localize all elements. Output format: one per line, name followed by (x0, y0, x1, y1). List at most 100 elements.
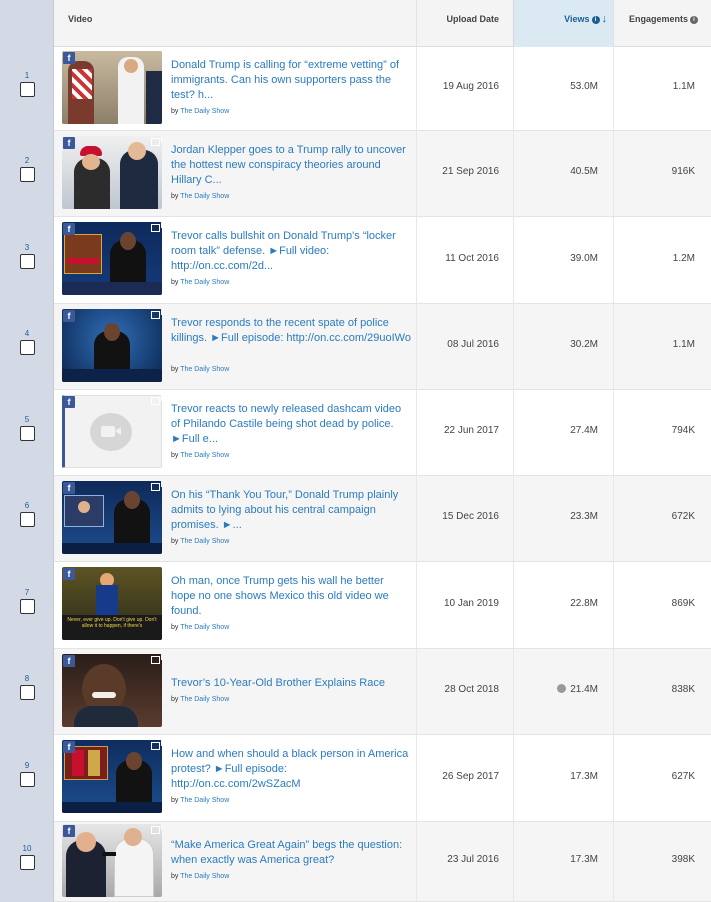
channel-link[interactable]: The Daily Show (180, 624, 229, 631)
column-header-engagements[interactable]: Engagements i (613, 0, 711, 47)
rank-cell: 10 (0, 844, 54, 875)
video-title-link[interactable]: How and when should a black person in Am… (171, 747, 411, 792)
video-thumbnail[interactable]: f (62, 824, 162, 897)
row-checkbox[interactable] (19, 167, 35, 182)
table-row[interactable]: 3 f Trevor calls bullshit on Donald Trump'… (19, 217, 711, 304)
views-cell: 30.2M (513, 339, 598, 350)
video-title-link[interactable]: Trevor calls bullshit on Donald Trump's … (171, 229, 411, 274)
column-header-video[interactable]: Video (68, 0, 92, 47)
table-row[interactable]: 9 f How and when should a black person in … (19, 735, 711, 822)
info-icon[interactable]: i (690, 16, 698, 24)
table-row[interactable]: 8 f Trevor’s 10-Year-Old Brother Explains … (19, 649, 711, 735)
views-label: Views (564, 14, 590, 24)
video-thumbnail[interactable]: f (62, 654, 162, 727)
camera-body (101, 426, 115, 437)
external-link-icon[interactable] (151, 654, 162, 664)
channel-link[interactable]: The Daily Show (180, 279, 229, 286)
views-cell: 39.0M (513, 253, 598, 264)
engagements-cell: 869K (671, 598, 695, 609)
channel-link[interactable]: The Daily Show (180, 538, 229, 545)
video-title-link[interactable]: On his “Thank You Tour,” Donald Trump pl… (171, 488, 411, 533)
facebook-icon: f (63, 52, 75, 64)
external-link-icon[interactable] (151, 740, 162, 750)
channel-link[interactable]: The Daily Show (180, 366, 229, 373)
video-thumbnail[interactable]: f (62, 309, 162, 382)
face-shape (78, 501, 90, 513)
video-thumbnail[interactable]: f (62, 51, 162, 124)
video-title-link[interactable]: Donald Trump is calling for “extreme vet… (171, 58, 411, 103)
external-link-icon[interactable] (151, 222, 162, 232)
facebook-icon: f (63, 482, 75, 494)
channel-link[interactable]: The Daily Show (180, 696, 229, 703)
row-checkbox[interactable] (19, 772, 35, 787)
channel-link[interactable]: The Daily Show (180, 108, 229, 115)
video-title-link[interactable]: “Make America Great Again” begs the ques… (171, 838, 411, 868)
video-thumbnail[interactable]: f (62, 395, 162, 468)
facebook-icon: f (63, 825, 75, 837)
external-link-icon[interactable] (151, 481, 162, 491)
channel-link[interactable]: The Daily Show (180, 452, 229, 459)
channel-link[interactable]: The Daily Show (180, 873, 229, 880)
gown-shape (96, 585, 118, 615)
table-row[interactable]: 6 f On his “Thank You Tour,” Donald Trump … (19, 476, 711, 562)
video-thumbnail[interactable]: f (62, 136, 162, 209)
external-link-icon[interactable] (151, 395, 162, 405)
row-checkbox[interactable] (19, 82, 35, 97)
shirt-shape (72, 69, 92, 99)
engagements-cell: 627K (671, 771, 695, 782)
row-checkbox[interactable] (19, 340, 35, 355)
engagements-cell: 398K (671, 854, 695, 865)
table-row[interactable]: 4 f Trevor responds to the recent spate of… (19, 304, 711, 390)
video-thumbnail[interactable]: f (62, 740, 162, 813)
channel-link[interactable]: The Daily Show (180, 797, 229, 804)
chyron-shape (67, 258, 99, 264)
upload-date-cell: 15 Dec 2016 (442, 511, 499, 522)
video-title-link[interactable]: Trevor reacts to newly released dashcam … (171, 402, 411, 447)
views-cell: 23.3M (513, 511, 598, 522)
row-checkbox[interactable] (19, 685, 35, 700)
inset-screen (64, 234, 102, 274)
views-cell: 53.0M (513, 81, 598, 92)
table-row[interactable]: 1 f Donald Trump is calling for “extreme v… (19, 47, 711, 131)
table-row[interactable]: 2 f Jordan Klepper goes to a Trump rally t… (19, 131, 711, 217)
column-header-upload-date[interactable]: Upload Date (416, 0, 513, 47)
video-title-link[interactable]: Jordan Klepper goes to a Trump rally to … (171, 143, 411, 188)
video-title-link[interactable]: Trevor responds to the recent spate of p… (171, 316, 411, 346)
video-thumbnail[interactable]: Never, ever give up. Don't give up. Don'… (62, 567, 162, 640)
rank-cell: 6 (0, 501, 54, 532)
row-checkbox[interactable] (19, 599, 35, 614)
views-value: 23.3M (570, 511, 598, 522)
row-checkbox[interactable] (19, 254, 35, 269)
video-thumbnail[interactable]: f (62, 481, 162, 554)
row-checkbox[interactable] (19, 512, 35, 527)
table-row[interactable]: 5 f Trevor reacts to newly released dashca… (19, 390, 711, 476)
table-row[interactable]: 7 Never, ever give up. Don't give up. Don… (19, 562, 711, 649)
row-checkbox[interactable] (19, 855, 35, 870)
facebook-icon: f (63, 396, 75, 408)
video-title-link[interactable]: Trevor’s 10-Year-Old Brother Explains Ra… (171, 676, 411, 691)
sort-descending-icon[interactable]: ↓ (602, 0, 608, 38)
byline: by The Daily Show (171, 624, 229, 631)
column-header-views[interactable]: Views i ↓ (513, 0, 613, 47)
views-cell: 22.8M (513, 598, 598, 609)
byline-prefix: by (171, 696, 179, 703)
video-title-link[interactable]: Oh man, once Trump gets his wall he bett… (171, 574, 411, 619)
external-link-icon[interactable] (151, 136, 162, 146)
views-value: 30.2M (570, 339, 598, 350)
external-link-icon[interactable] (151, 824, 162, 834)
byline: by The Daily Show (171, 538, 229, 545)
table-row[interactable]: 10 f “Make America Great Again” begs the q… (19, 822, 711, 902)
row-checkbox[interactable] (19, 426, 35, 441)
engagements-cell: 1.1M (672, 81, 695, 92)
channel-link[interactable]: The Daily Show (180, 193, 229, 200)
upload-date-label: Upload Date (446, 14, 499, 24)
views-cell: 21.4M (513, 684, 598, 695)
info-icon[interactable]: i (591, 16, 600, 24)
views-value: 17.3M (570, 771, 598, 782)
external-link-icon[interactable] (151, 309, 162, 319)
face-shape (82, 154, 100, 170)
upload-date-cell: 23 Jul 2016 (447, 854, 499, 865)
video-thumbnail[interactable]: f (62, 222, 162, 295)
rank-number: 8 (24, 674, 30, 683)
rank-number: 1 (24, 71, 30, 80)
